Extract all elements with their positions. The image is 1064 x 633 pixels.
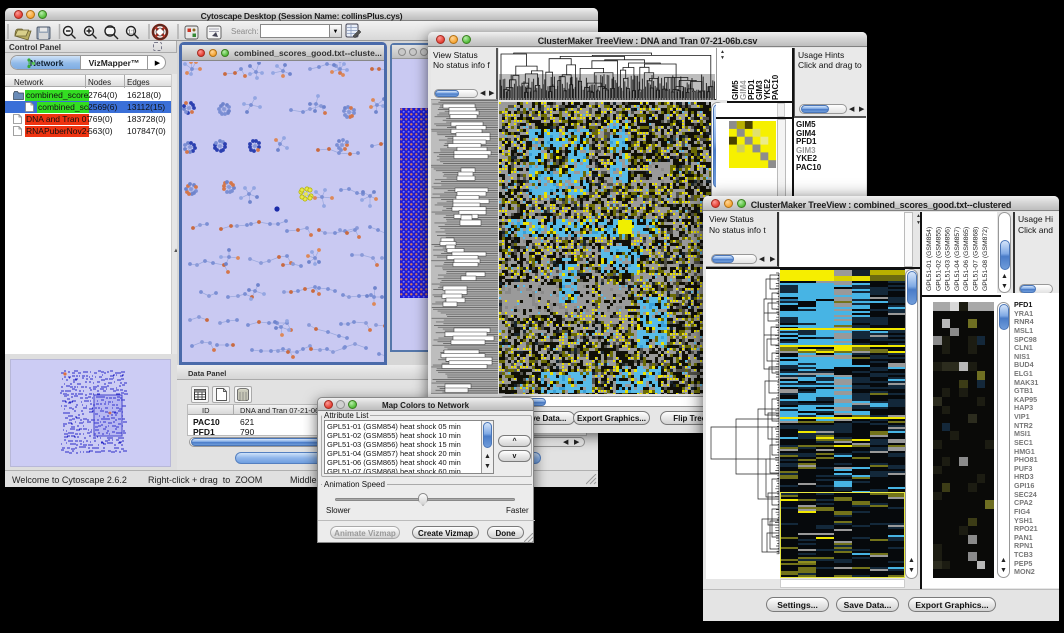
- svg-text:GPL51-06 (GSM865): GPL51-06 (GSM865): [963, 227, 970, 291]
- svg-text:GPL51-03 (GSM856): GPL51-03 (GSM856): [945, 227, 952, 291]
- svg-text:GPL51-04 (GSM857): GPL51-04 (GSM857): [954, 227, 961, 291]
- svg-text:GPL51-02 (GSM855): GPL51-02 (GSM855): [935, 227, 942, 291]
- svg-text:PAC10: PAC10: [771, 74, 780, 100]
- svg-text:GPL51-07 (GSM868): GPL51-07 (GSM868): [973, 227, 980, 291]
- svg-text:GPL51-01 (GSM854): GPL51-01 (GSM854): [926, 227, 933, 291]
- svg-text:1:1: 1:1: [128, 30, 135, 36]
- svg-text:GPL51-08 (GSM872): GPL51-08 (GSM872): [982, 227, 989, 291]
